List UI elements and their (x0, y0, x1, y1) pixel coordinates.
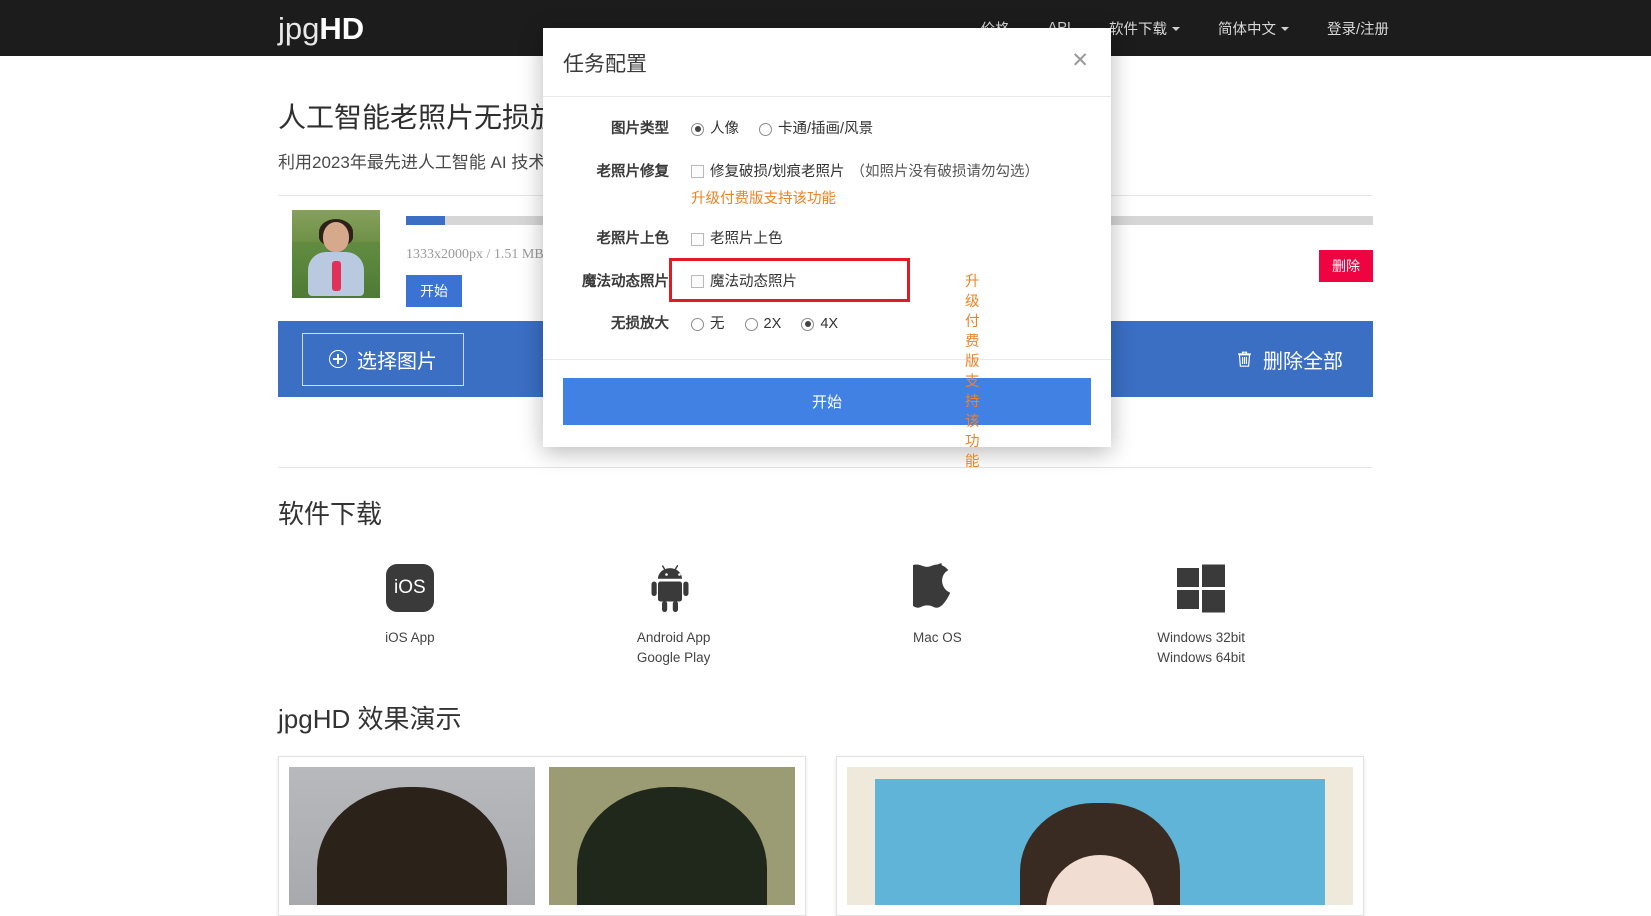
modal-footer: 开始 (543, 358, 1111, 447)
trash-icon (1236, 350, 1253, 368)
form-row-photo-repair: 老照片修复 修复破损/划痕老照片 （如照片没有破损请勿勾选） 升级付费版支持该功… (563, 162, 1091, 210)
chevron-down-icon (1280, 27, 1289, 31)
download-item-windows-label2: Windows 64bit (1157, 650, 1246, 666)
demo-image-after (549, 766, 795, 905)
download-item-android[interactable]: Android App Google Play (542, 557, 806, 669)
site-logo[interactable]: jpgHD (278, 13, 364, 44)
demo-card[interactable] (836, 755, 1364, 916)
logo-text-hd: HD (319, 10, 365, 46)
download-item-macos-label: Mac OS (912, 630, 962, 645)
nav-item-login-register[interactable]: 登录/注册 (1327, 18, 1389, 39)
download-item-android-label2: Google Play (636, 650, 711, 666)
form-label-magic-motion: 魔法动态照片 (582, 273, 669, 290)
logo-text-jpg: jpg (278, 10, 320, 46)
nav-item-software-download[interactable]: 软件下载 (1109, 18, 1180, 39)
form-row-upscale: 无损放大 无 2X 4X (563, 314, 1091, 337)
checkbox-photo-repair[interactable]: 修复破损/划痕老照片 （如照片没有破损请勿勾选） (691, 162, 1039, 182)
downloads-list: iOS iOS App Android App Google Play Mac … (278, 557, 1373, 669)
ios-icon: iOS (278, 557, 542, 619)
radio-off-icon (691, 317, 704, 331)
download-item-ios[interactable]: iOS iOS App (278, 557, 542, 669)
windows-icon (1069, 557, 1333, 619)
form-row-magic-motion: 魔法动态照片 魔法动态照片 升级付费版支持该功能 (563, 257, 1091, 470)
radio-upscale-2x-label: 2X (763, 316, 782, 332)
radio-off-icon (759, 122, 773, 136)
radio-on-icon (801, 317, 815, 331)
radio-on-icon (691, 122, 704, 136)
checkbox-off-icon (691, 165, 704, 178)
demo-section-title: jpgHD 效果演示 (278, 703, 462, 734)
demo-card[interactable] (278, 755, 806, 916)
magic-motion-upgrade-note[interactable]: 升级付费版支持该功能 (965, 272, 980, 472)
nav-item-software-download-label: 软件下载 (1108, 21, 1167, 38)
radio-upscale-2x[interactable]: 2X (744, 314, 782, 334)
radio-upscale-none[interactable]: 无 (691, 314, 725, 334)
task-config-modal: 任务配置 ✕ 图片类型 人像 卡通/插画/风景 老照片修复 修复破损/划痕老照片… (543, 28, 1111, 470)
checkbox-colorize-label: 老照片上色 (710, 231, 783, 247)
nav-item-language[interactable]: 简体中文 (1218, 18, 1289, 39)
radio-upscale-4x[interactable]: 4X (801, 314, 838, 334)
circle-plus-icon (329, 350, 347, 368)
file-delete-button[interactable]: 删除 (1319, 250, 1373, 282)
download-item-ios-label: iOS App (385, 630, 435, 645)
form-label-photo-repair: 老照片修复 (596, 163, 670, 180)
demo-image-before (289, 766, 535, 905)
radio-upscale-4x-label: 4X (820, 316, 839, 332)
modal-submit-button[interactable]: 开始 (563, 377, 1091, 425)
delete-all-label: 删除全部 (1263, 350, 1343, 373)
form-label-colorize: 老照片上色 (596, 231, 670, 247)
checkbox-photo-repair-label: 修复破损/划痕老照片 (710, 163, 845, 180)
upload-progress-fill (406, 216, 445, 225)
delete-all-button[interactable]: 删除全部 (1230, 344, 1349, 375)
nav-item-login-register-label: 登录/注册 (1326, 21, 1389, 38)
radio-image-type-portrait[interactable]: 人像 (691, 119, 739, 139)
download-item-windows-label: Windows 32bit (1157, 630, 1246, 645)
checkbox-off-icon (691, 232, 704, 246)
form-row-image-type: 图片类型 人像 卡通/插画/风景 (563, 119, 1091, 142)
checkbox-magic-motion-label: 魔法动态照片 (710, 273, 797, 290)
checkbox-off-icon (691, 275, 704, 288)
modal-title: 任务配置 (563, 53, 647, 76)
file-start-button[interactable]: 开始 (406, 275, 462, 307)
radio-image-type-portrait-label: 人像 (710, 121, 739, 137)
android-icon (542, 557, 806, 619)
download-item-macos[interactable]: Mac OS (806, 557, 1070, 669)
form-label-image-type: 图片类型 (611, 121, 669, 137)
checkbox-photo-repair-hint: （如照片没有破损请勿勾选） (850, 163, 1040, 180)
radio-upscale-none-label: 无 (710, 316, 725, 332)
downloads-section-title: 软件下载 (278, 499, 383, 529)
select-images-button[interactable]: 选择图片 (302, 332, 464, 386)
download-item-android-label: Android App (636, 630, 711, 645)
demo-card-list (278, 755, 1373, 916)
radio-image-type-cartoon[interactable]: 卡通/插画/风景 (759, 119, 873, 139)
demo-image-restored (875, 778, 1325, 905)
radio-image-type-cartoon-label: 卡通/插画/风景 (778, 121, 874, 137)
download-item-windows[interactable]: Windows 32bit Windows 64bit (1069, 557, 1333, 669)
chevron-down-icon (1171, 27, 1180, 31)
modal-header: 任务配置 ✕ (543, 28, 1111, 97)
form-row-colorize: 老照片上色 老照片上色 (563, 229, 1091, 252)
section-divider (278, 467, 1373, 468)
form-label-upscale: 无损放大 (611, 316, 669, 332)
radio-off-icon (744, 317, 758, 331)
select-images-label: 选择图片 (357, 350, 437, 373)
nav-item-language-label: 简体中文 (1217, 21, 1276, 38)
apple-icon (806, 557, 1070, 619)
close-icon[interactable]: ✕ (1069, 48, 1091, 73)
file-thumbnail (292, 210, 380, 298)
checkbox-colorize[interactable]: 老照片上色 (691, 229, 783, 249)
photo-repair-upgrade-note[interactable]: 升级付费版支持该功能 (691, 189, 1055, 209)
modal-body: 图片类型 人像 卡通/插画/风景 老照片修复 修复破损/划痕老照片 （如照片没有… (543, 97, 1111, 470)
checkbox-magic-motion[interactable]: 魔法动态照片 (691, 272, 797, 292)
